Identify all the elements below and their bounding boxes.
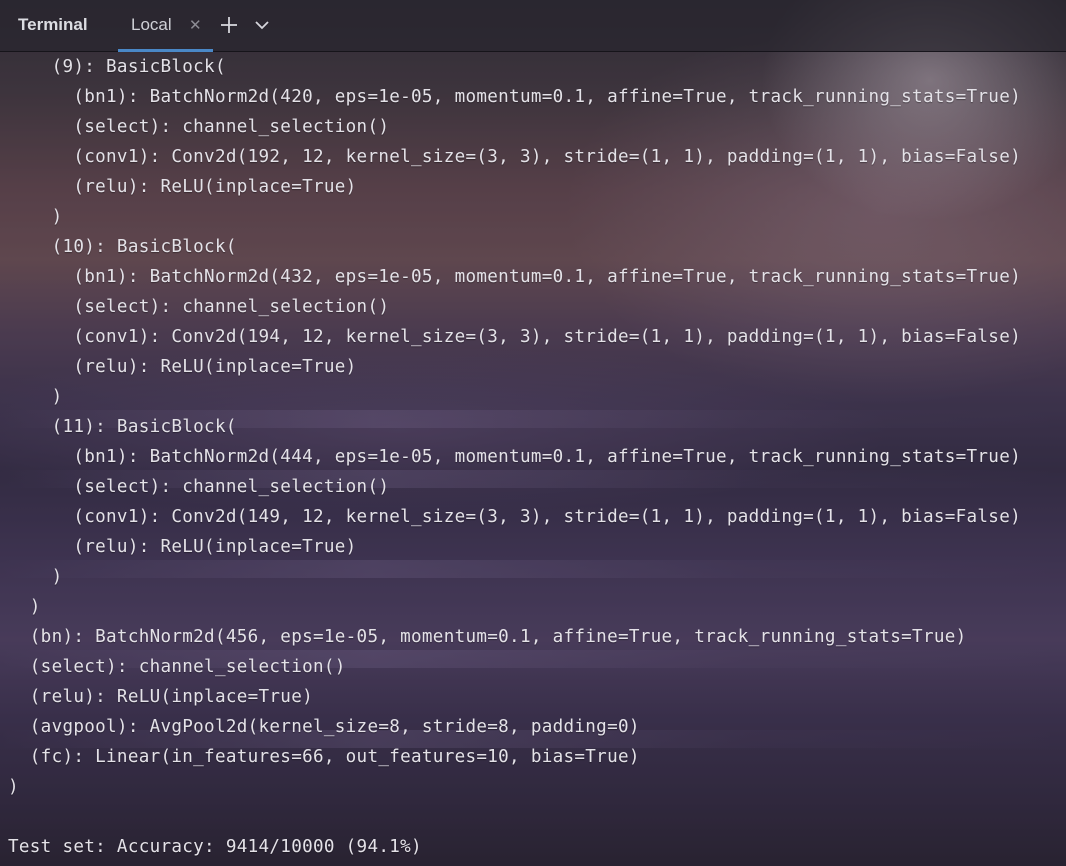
plus-icon [221,17,237,33]
terminal-line: (10): BasicBlock( [8,236,237,257]
terminal-line: (9): BasicBlock( [8,56,226,77]
terminal-line: (relu): ReLU(inplace=True) [8,356,357,377]
terminal-line: (avgpool): AvgPool2d(kernel_size=8, stri… [8,716,640,737]
terminal-line: (relu): ReLU(inplace=True) [8,176,357,197]
terminal-line: (select): channel_selection() [8,296,390,317]
terminal-line: ) [8,596,41,617]
terminal-line: (conv1): Conv2d(149, 12, kernel_size=(3,… [8,506,1021,527]
terminal-line: (conv1): Conv2d(194, 12, kernel_size=(3,… [8,326,1021,347]
terminal-line: (relu): ReLU(inplace=True) [8,686,313,707]
terminal-line: (fc): Linear(in_features=66, out_feature… [8,746,640,767]
terminal-line: (bn1): BatchNorm2d(444, eps=1e-05, momen… [8,446,1021,467]
terminal-line: ) [8,206,63,227]
terminal-line: (conv1): Conv2d(192, 12, kernel_size=(3,… [8,146,1021,167]
new-tab-button[interactable] [218,13,240,37]
terminal-line: ) [8,566,63,587]
tab-label: Local [131,15,172,34]
terminal-line: (11): BasicBlock( [8,416,237,437]
terminal-line: ) [8,776,19,797]
terminal-line: (bn1): BatchNorm2d(420, eps=1e-05, momen… [8,86,1021,107]
tab-local[interactable]: Local ✕ [118,0,213,52]
close-icon[interactable]: ✕ [189,16,202,34]
tool-window-title: Terminal [18,15,88,34]
terminal-line: Test set: Accuracy: 9414/10000 (94.1%) [8,836,422,857]
terminal-line: (relu): ReLU(inplace=True) [8,536,357,557]
terminal-output[interactable]: (9): BasicBlock( (bn1): BatchNorm2d(420,… [0,52,1066,866]
terminal-line: (select): channel_selection() [8,116,390,137]
terminal-line: (bn): BatchNorm2d(456, eps=1e-05, moment… [8,626,967,647]
terminal-window: Terminal Local ✕ (9): BasicBlock( (bn1):… [0,0,1066,866]
terminal-line: (select): channel_selection() [8,476,390,497]
terminal-line: ) [8,386,63,407]
tab-options-button[interactable] [251,13,273,37]
chevron-down-icon [255,21,269,30]
terminal-line: (bn1): BatchNorm2d(432, eps=1e-05, momen… [8,266,1021,287]
terminal-line: (select): channel_selection() [8,656,346,677]
tool-window-header: Terminal Local ✕ [0,0,1066,52]
